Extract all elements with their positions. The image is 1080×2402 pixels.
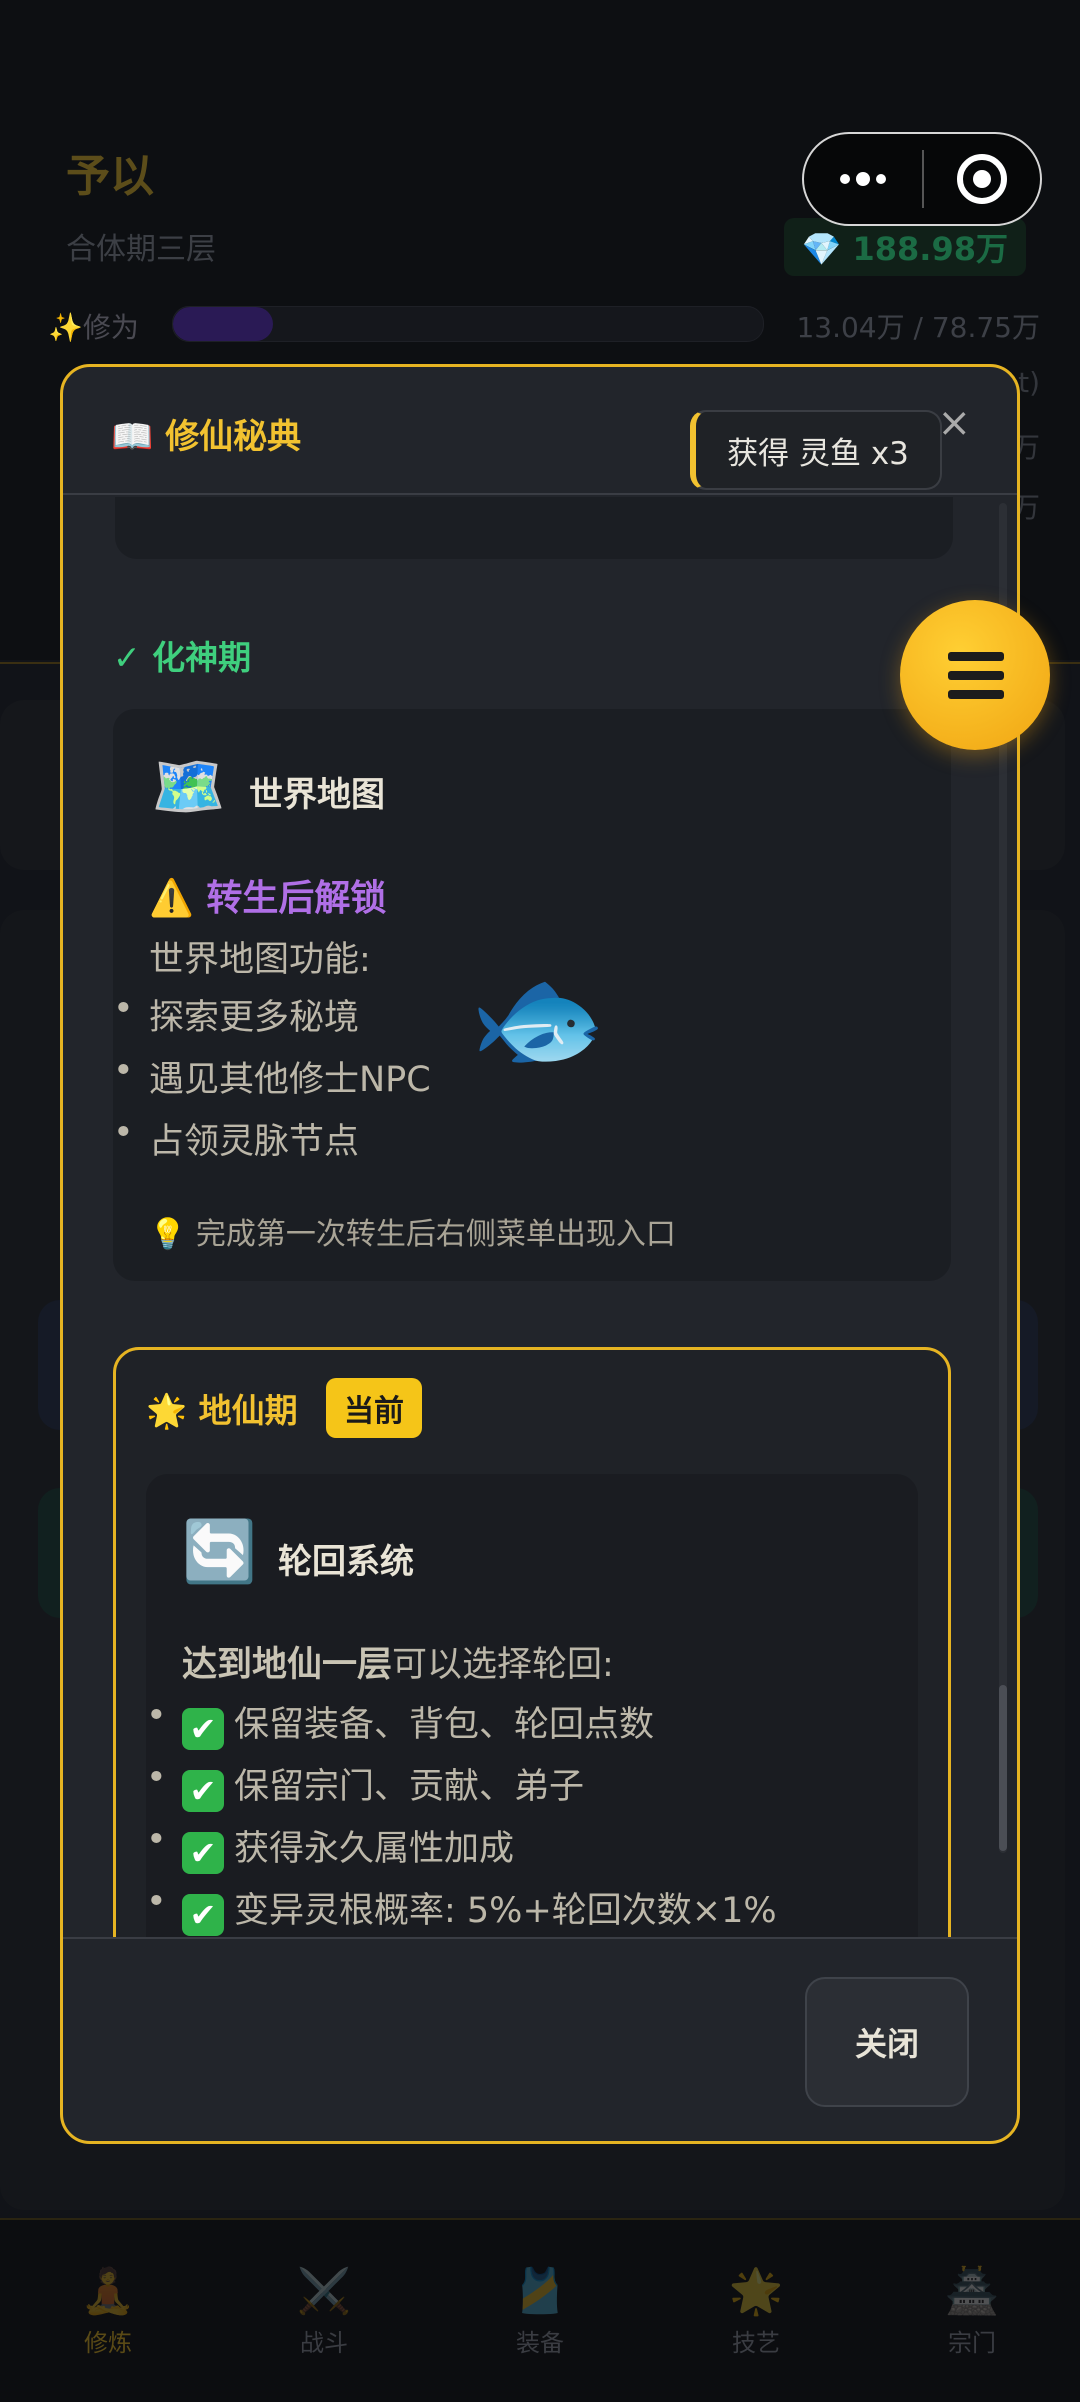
- stat-row-value: t): [1018, 366, 1040, 399]
- feature-tip: 💡 完成第一次转生后右侧菜单出现入口: [149, 1217, 676, 1252]
- nav-item-cultivate[interactable]: 🧘 修炼: [0, 2220, 216, 2402]
- target-circle-icon: [957, 154, 1007, 204]
- stage-heading: ✓ 化神期: [113, 638, 252, 677]
- castle-icon: 🏯: [944, 2265, 1000, 2317]
- cultivation-label: ✨修为: [48, 311, 139, 344]
- check-mark-icon: ✔: [182, 1708, 224, 1750]
- cycle-arrows-icon: 🔄: [182, 1517, 257, 1587]
- cultivation-progress-bar: [172, 306, 764, 342]
- nav-label: 战斗: [300, 2328, 348, 2357]
- list-item: ✔保留装备、背包、轮回点数: [146, 1696, 777, 1758]
- spirit-stones-value: 188.98万: [852, 230, 1009, 268]
- cultivation-progress-fill: [173, 307, 274, 341]
- miniprogram-capsule: [802, 132, 1042, 226]
- modal-scroll-content[interactable]: ✓ 化神期 🗺️ 世界地图 ⚠️ 转生后解锁 世界地图功能: 探索更多秘境 遇见…: [63, 497, 1017, 1937]
- nav-item-equipment[interactable]: 🎽 装备: [432, 2220, 648, 2402]
- nav-item-battle[interactable]: ⚔️ 战斗: [216, 2220, 432, 2402]
- menu-fab-button[interactable]: [900, 600, 1050, 750]
- unlock-requirement: ⚠️ 转生后解锁: [149, 878, 387, 919]
- check-mark-icon: ✔: [182, 1894, 224, 1936]
- nav-label: 技艺: [732, 2328, 780, 2357]
- more-options-button[interactable]: [804, 134, 922, 224]
- list-item: 探索更多秘境: [113, 989, 431, 1051]
- exit-miniprogram-button[interactable]: [924, 134, 1040, 224]
- more-dots-icon: [840, 174, 850, 184]
- reward-toast: 获得 灵鱼 x3: [690, 410, 942, 490]
- nav-label: 装备: [516, 2328, 564, 2357]
- scrollbar-thumb[interactable]: [999, 1685, 1007, 1851]
- stage-heading: 🌟 地仙期: [146, 1391, 298, 1430]
- checkmark-icon: ✓: [113, 638, 141, 677]
- nav-item-skills[interactable]: 🌟 技艺: [648, 2220, 864, 2402]
- list-item: 占领灵脉节点: [113, 1113, 431, 1175]
- list-item: ✔保留宗门、贡献、弟子: [146, 1758, 777, 1820]
- feature-check-list: ✔保留装备、背包、轮回点数 ✔保留宗门、贡献、弟子 ✔获得永久属性加成 ✔变异灵…: [146, 1696, 777, 1937]
- hamburger-icon: [948, 652, 1004, 661]
- bottom-nav: 🧘 修炼 ⚔️ 战斗 🎽 装备 🌟 技艺 🏯 宗门: [0, 2218, 1080, 2402]
- feature-bullet-list: 探索更多秘境 遇见其他修士NPC 占领灵脉节点: [113, 989, 431, 1175]
- nav-label: 修炼: [84, 2328, 132, 2357]
- star-icon: 🌟: [728, 2265, 784, 2317]
- modal-title: 📖 修仙秘典: [111, 417, 302, 457]
- feature-title: 世界地图: [249, 775, 385, 815]
- nav-label: 宗门: [948, 2328, 996, 2357]
- player-name: 予以: [66, 151, 154, 202]
- world-map-icon: 🗺️: [151, 752, 226, 822]
- current-stage-card: 🌟 地仙期 当前 🔄 轮回系统 达到地仙一层可以选择轮回: ✔保留装备、背包、轮…: [113, 1347, 951, 1937]
- check-mark-icon: ✔: [182, 1832, 224, 1874]
- spirit-stones-badge: 💎 188.98万: [783, 218, 1026, 276]
- previous-feature-card: [115, 497, 953, 559]
- star-icon: 🌟: [146, 1391, 188, 1430]
- lightbulb-icon: 💡: [149, 1217, 187, 1252]
- cultivation-value: 13.04万 / 78.75万: [796, 311, 1040, 344]
- close-icon[interactable]: ×: [937, 403, 971, 443]
- list-item: 遇见其他修士NPC: [113, 1051, 431, 1113]
- feature-title: 轮回系统: [278, 1542, 414, 1582]
- warning-icon: ⚠️: [149, 878, 194, 919]
- meditate-icon: 🧘: [80, 2265, 136, 2317]
- close-button[interactable]: 关闭: [805, 1977, 969, 2107]
- feature-card-reincarnation: 🔄 轮回系统 达到地仙一层可以选择轮回: ✔保留装备、背包、轮回点数 ✔保留宗门…: [146, 1474, 918, 1937]
- book-icon: 📖: [111, 417, 154, 457]
- list-item: ✔获得永久属性加成: [146, 1820, 777, 1882]
- feature-description: 世界地图功能:: [149, 940, 371, 980]
- fish-icon[interactable]: 🐟: [470, 954, 607, 1083]
- nav-item-sect[interactable]: 🏯 宗门: [864, 2220, 1080, 2402]
- check-mark-icon: ✔: [182, 1770, 224, 1812]
- player-realm: 合体期三层: [66, 232, 216, 267]
- list-item: ✔变异灵根概率: 5%+轮回次数×1%: [146, 1882, 777, 1937]
- modal-footer: 关闭: [63, 1937, 1017, 2141]
- vest-icon: 🎽: [512, 2265, 568, 2317]
- current-badge: 当前: [326, 1378, 422, 1438]
- feature-description: 达到地仙一层可以选择轮回:: [182, 1645, 614, 1685]
- guide-modal: 📖 修仙秘典 × ✓ 化神期 🗺️ 世界地图 ⚠️ 转生后解锁 世界地图功能: …: [60, 364, 1020, 2144]
- swords-icon: ⚔️: [296, 2265, 352, 2317]
